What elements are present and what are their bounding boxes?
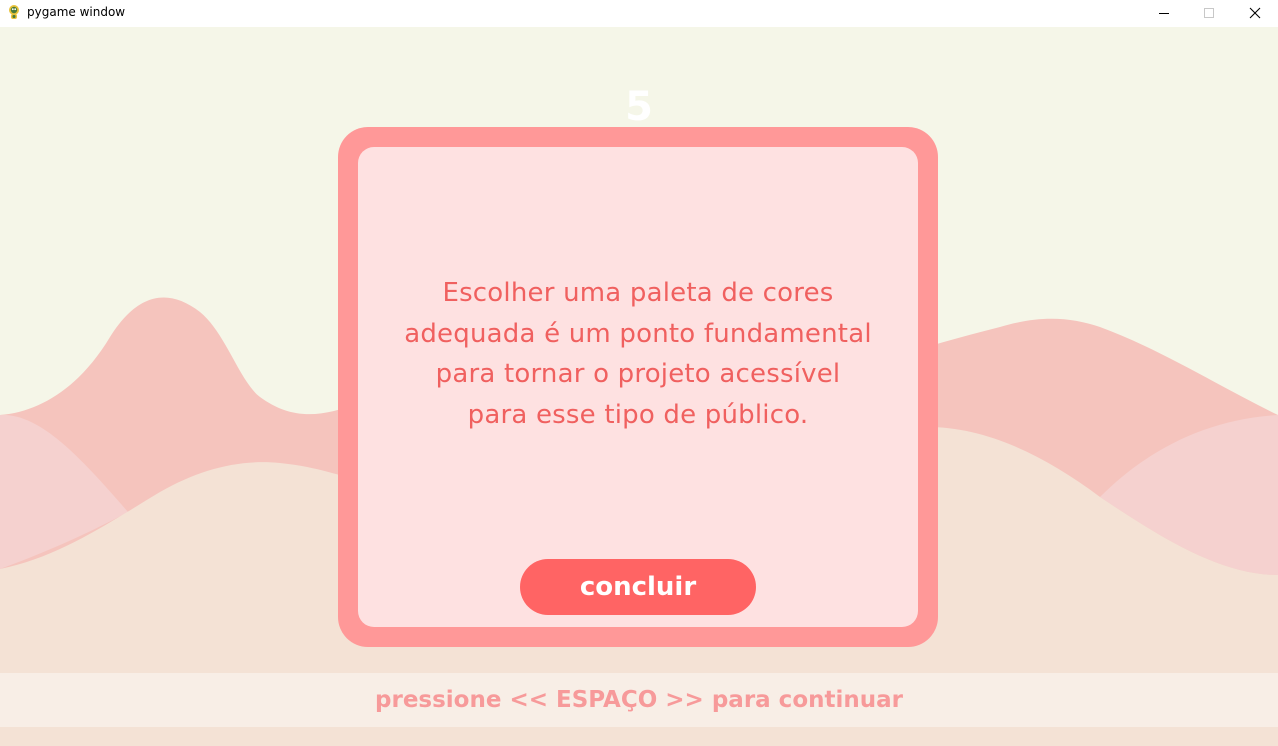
info-card: Escolher uma paleta de cores adequada é … [338, 127, 938, 647]
title-bar[interactable]: pygame window [0, 0, 1278, 26]
continue-hint: pressione << ESPAÇO >> para continuar [375, 687, 903, 713]
message-line: adequada é um ponto fundamental [404, 318, 872, 349]
pygame-snake-icon [9, 5, 19, 19]
pygame-window: pygame window 5 Escolher uma paleta de c… [0, 0, 1278, 746]
message-line: Escolher uma paleta de cores [442, 278, 834, 308]
message-line: para tornar o projeto acessível [435, 359, 841, 389]
game-canvas[interactable]: 5 Escolher uma paleta de cores adequada … [0, 27, 1278, 746]
close-icon [1249, 7, 1261, 19]
card-message: Escolher uma paleta de cores adequada é … [378, 273, 898, 435]
maximize-icon [1204, 8, 1214, 18]
concluir-button[interactable]: concluir [520, 559, 756, 615]
minimize-button[interactable] [1141, 0, 1187, 26]
hint-bar: pressione << ESPAÇO >> para continuar [0, 673, 1278, 727]
message-line: para esse tipo de público. [467, 399, 809, 430]
score-counter: 5 [625, 84, 653, 130]
maximize-button[interactable] [1186, 0, 1232, 26]
window-title: pygame window [27, 5, 126, 19]
close-button[interactable] [1232, 0, 1278, 26]
minimize-icon [1159, 13, 1169, 14]
info-card-body: Escolher uma paleta de cores adequada é … [358, 147, 918, 627]
